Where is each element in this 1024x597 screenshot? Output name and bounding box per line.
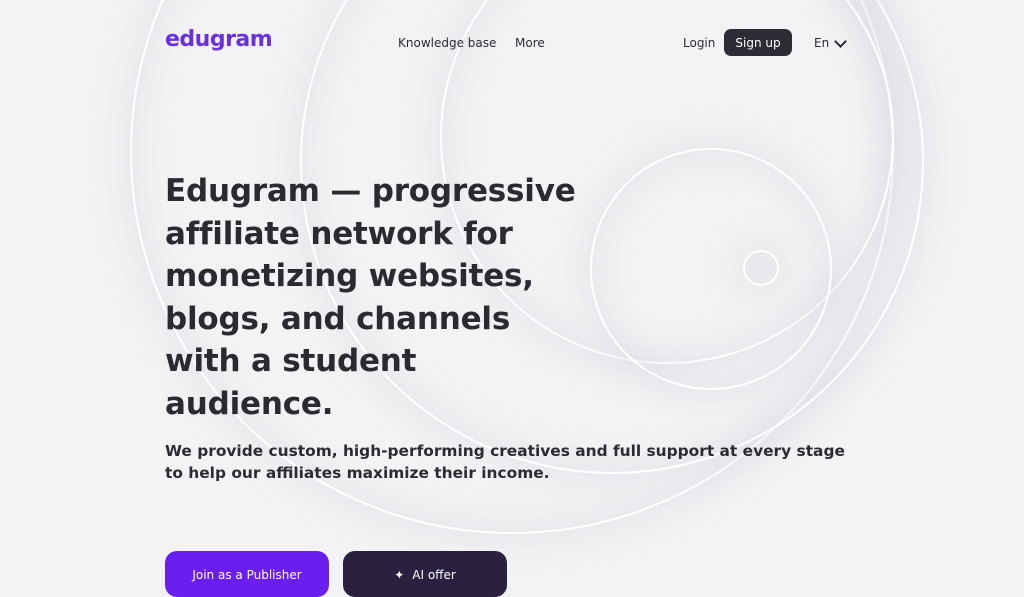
join-publisher-label: Join as a Publisher — [192, 568, 302, 582]
hero-subtitle: We provide custom, high-performing creat… — [165, 442, 845, 482]
join-publisher-button[interactable]: Join as a Publisher — [165, 551, 329, 597]
chevron-down-icon — [834, 34, 848, 48]
nav-knowledge-base[interactable]: Knowledge base — [398, 36, 496, 50]
hero-title: Edugram — progressive affiliate network … — [165, 173, 576, 422]
brand-logo[interactable]: edugram — [165, 27, 273, 52]
signup-label: Sign up — [735, 35, 781, 50]
sparkle-icon: ✦ — [394, 568, 405, 582]
login-link[interactable]: Login — [683, 36, 715, 50]
ai-offer-label: AI offer — [412, 568, 456, 582]
nav-more[interactable]: More — [515, 36, 545, 50]
language-selector[interactable]: En — [814, 34, 848, 50]
ai-offer-button[interactable]: ✦ AI offer — [343, 551, 507, 597]
signup-button[interactable]: Sign up — [724, 29, 792, 56]
language-label: En — [814, 36, 830, 50]
